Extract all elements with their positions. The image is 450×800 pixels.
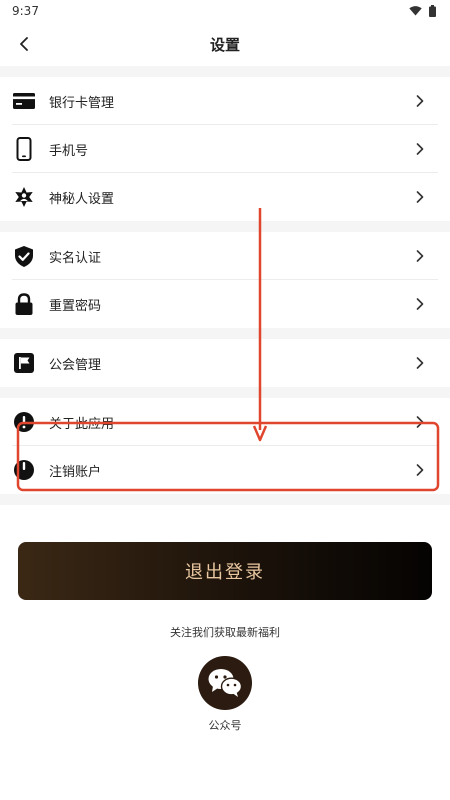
settings-item-real-name[interactable]: 实名认证 <box>0 232 450 280</box>
phone-icon <box>12 137 36 161</box>
back-button[interactable] <box>10 30 38 58</box>
settings-item-label: 实名认证 <box>49 250 102 266</box>
info-icon <box>12 410 36 434</box>
settings-item-label: 公会管理 <box>49 357 102 373</box>
settings-item-about[interactable]: 关于此应用 <box>0 398 450 446</box>
settings-item-reset-password[interactable]: 重置密码 <box>0 280 450 328</box>
logout-button[interactable]: 退出登录 <box>18 542 432 600</box>
flag-icon <box>12 351 36 375</box>
mystery-person-icon <box>12 185 36 209</box>
settings-item-label: 手机号 <box>49 143 89 159</box>
credit-card-icon <box>12 89 36 113</box>
settings-screen: 9:37 设置 银行卡管理 手机号 神秘人设置 实名认证 重置密码 公会管理 关… <box>0 0 450 800</box>
lock-icon <box>12 292 36 316</box>
page-title: 设置 <box>209 35 240 54</box>
chevron-right-icon <box>414 464 426 476</box>
wechat-icon <box>208 669 243 697</box>
settings-item-mystery[interactable]: 神秘人设置 <box>0 173 450 221</box>
settings-item-label: 重置密码 <box>49 298 102 314</box>
chevron-right-icon <box>414 191 426 203</box>
settings-list: 银行卡管理 手机号 神秘人设置 实名认证 重置密码 公会管理 关于此应用 注销账… <box>0 66 450 505</box>
wifi-icon <box>409 6 422 16</box>
chevron-right-icon <box>414 298 426 310</box>
follow-us-text: 关注我们获取最新福利 <box>170 626 280 639</box>
section-gap <box>0 328 450 339</box>
settings-item-label: 注销账户 <box>49 464 102 480</box>
chevron-left-icon <box>20 37 28 51</box>
status-time: 9:37 <box>12 4 39 18</box>
chevron-right-icon <box>414 357 426 369</box>
settings-item-guild[interactable]: 公会管理 <box>0 339 450 387</box>
settings-item-label: 神秘人设置 <box>49 191 115 207</box>
wechat-label: 公众号 <box>208 719 242 732</box>
settings-item-cancel-account[interactable]: 注销账户 <box>0 446 450 494</box>
section-gap <box>0 66 450 77</box>
status-icons <box>409 5 436 17</box>
shield-check-icon <box>12 244 36 268</box>
chevron-right-icon <box>414 250 426 262</box>
settings-item-label: 关于此应用 <box>49 416 115 432</box>
settings-item-bank-card[interactable]: 银行卡管理 <box>0 77 450 125</box>
section-gap <box>0 494 450 505</box>
wechat-button[interactable] <box>198 656 252 710</box>
settings-item-phone[interactable]: 手机号 <box>0 125 450 173</box>
chevron-right-icon <box>414 95 426 107</box>
chevron-right-icon <box>414 416 426 428</box>
status-bar: 9:37 <box>0 0 450 22</box>
settings-item-label: 银行卡管理 <box>49 95 115 111</box>
power-icon <box>12 458 36 482</box>
chevron-right-icon <box>414 143 426 155</box>
section-gap <box>0 387 450 398</box>
section-gap <box>0 221 450 232</box>
nav-bar: 设置 <box>0 22 450 66</box>
battery-icon <box>429 5 436 17</box>
